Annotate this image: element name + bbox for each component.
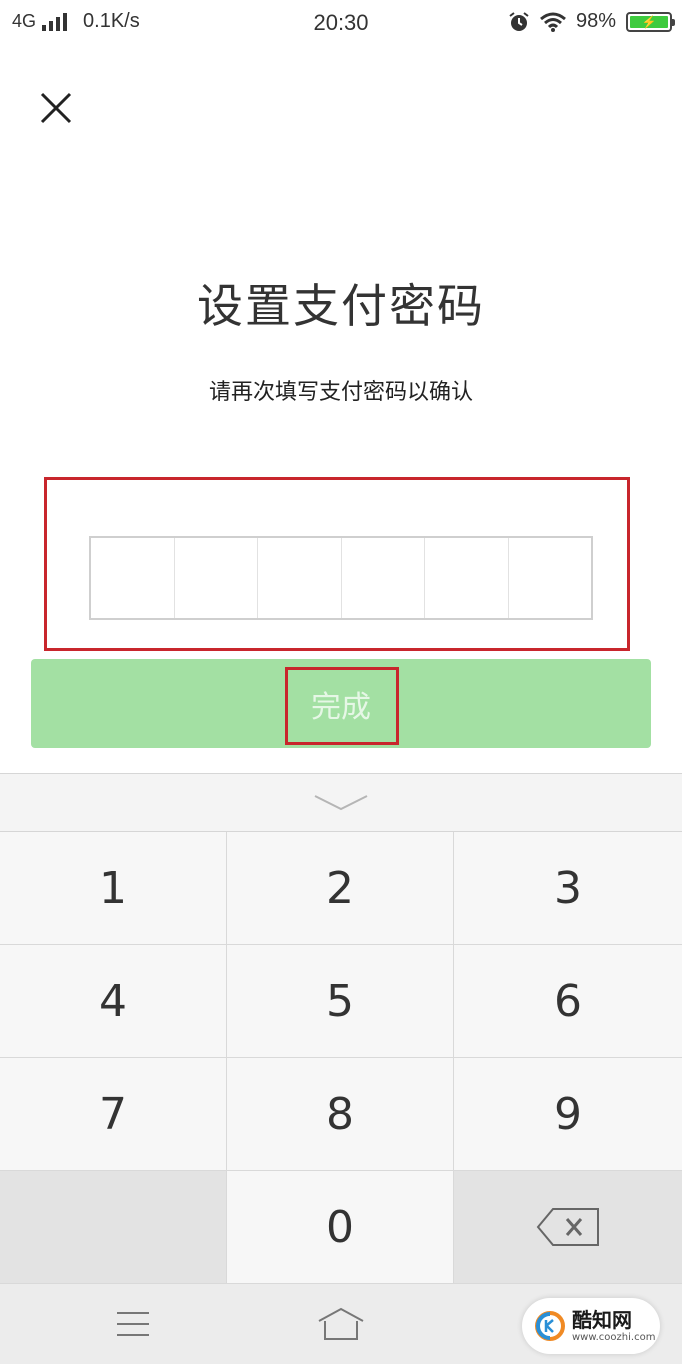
page-title: 设置支付密码 [197, 279, 485, 333]
keypad: 1 2 3 4 5 6 7 8 9 0 [0, 832, 682, 1284]
home-icon [318, 1307, 364, 1340]
key-6[interactable]: 6 [454, 945, 682, 1058]
battery-icon: ⚡ [626, 11, 675, 32]
watermark: 酷知网 www.coozhi.com [522, 1298, 660, 1354]
chevron-down-icon [314, 794, 368, 810]
status-right: 98% ⚡ [508, 10, 675, 33]
key-3[interactable]: 3 [454, 832, 682, 945]
key-7[interactable]: 7 [0, 1058, 227, 1171]
key-8[interactable]: 8 [227, 1058, 454, 1171]
backspace-icon [536, 1208, 599, 1246]
battery-percent: 98% [575, 10, 616, 32]
watermark-name: 酷知网 [572, 1307, 632, 1332]
keyboard-collapse-button[interactable] [0, 774, 682, 832]
key-0[interactable]: 0 [227, 1171, 454, 1284]
watermark-url: www.coozhi.com [572, 1331, 656, 1343]
status-bar: 4G 0.1K/s 20:30 98% ⚡ [0, 0, 682, 48]
key-5[interactable]: 5 [227, 945, 454, 1058]
page-subtitle: 请再次填写支付密码以确认 [208, 380, 473, 405]
alarm-icon [509, 11, 529, 31]
home-button[interactable] [317, 1304, 365, 1344]
coozhi-logo-icon [535, 1311, 565, 1341]
key-1[interactable]: 1 [0, 832, 227, 945]
highlight-frame-done [285, 667, 399, 745]
menu-icon [117, 1312, 149, 1336]
key-blank [0, 1171, 227, 1284]
key-9[interactable]: 9 [454, 1058, 682, 1171]
menu-button[interactable] [109, 1304, 157, 1344]
numeric-keyboard: 1 2 3 4 5 6 7 8 9 0 [0, 773, 682, 1284]
key-2[interactable]: 2 [227, 832, 454, 945]
wifi-icon [540, 12, 566, 32]
key-4[interactable]: 4 [0, 945, 227, 1058]
backspace-key[interactable] [454, 1171, 682, 1284]
highlight-frame-pin [44, 477, 630, 651]
close-button[interactable] [36, 88, 76, 128]
close-icon [40, 92, 72, 124]
navigation-bar: 酷知网 www.coozhi.com [0, 1284, 682, 1364]
